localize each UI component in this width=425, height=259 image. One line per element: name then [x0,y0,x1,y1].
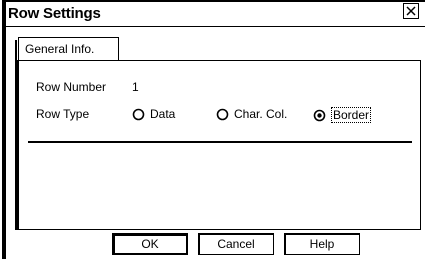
border-preview-line [28,141,412,143]
title-divider [6,26,425,27]
radio-data[interactable]: Data [132,107,175,121]
close-button[interactable] [403,3,419,19]
radio-border[interactable]: Border [313,107,372,123]
tab-edge [15,40,17,61]
radio-border-label: Border [331,107,372,123]
tab-general-info[interactable]: General Info. [18,37,119,61]
close-icon [406,6,416,16]
ok-button[interactable]: OK [112,233,188,255]
row-number-label: Row Number [36,80,107,94]
window-left-border [2,0,6,259]
radio-circle-icon [216,108,229,121]
radio-data-label: Data [150,107,176,121]
title-bar: Row Settings [6,2,419,26]
help-button[interactable]: Help [284,233,360,255]
row-number-value: 1 [132,80,139,94]
tab-label: General Info. [25,42,95,56]
radio-circle-icon [132,108,145,121]
cancel-button[interactable]: Cancel [198,233,274,255]
radio-selected-icon [313,109,326,122]
radio-char-col-label: Char. Col. [234,107,288,121]
radio-char-col[interactable]: Char. Col. [216,107,287,121]
row-type-label: Row Type [36,107,90,121]
window-title: Row Settings [8,5,101,22]
